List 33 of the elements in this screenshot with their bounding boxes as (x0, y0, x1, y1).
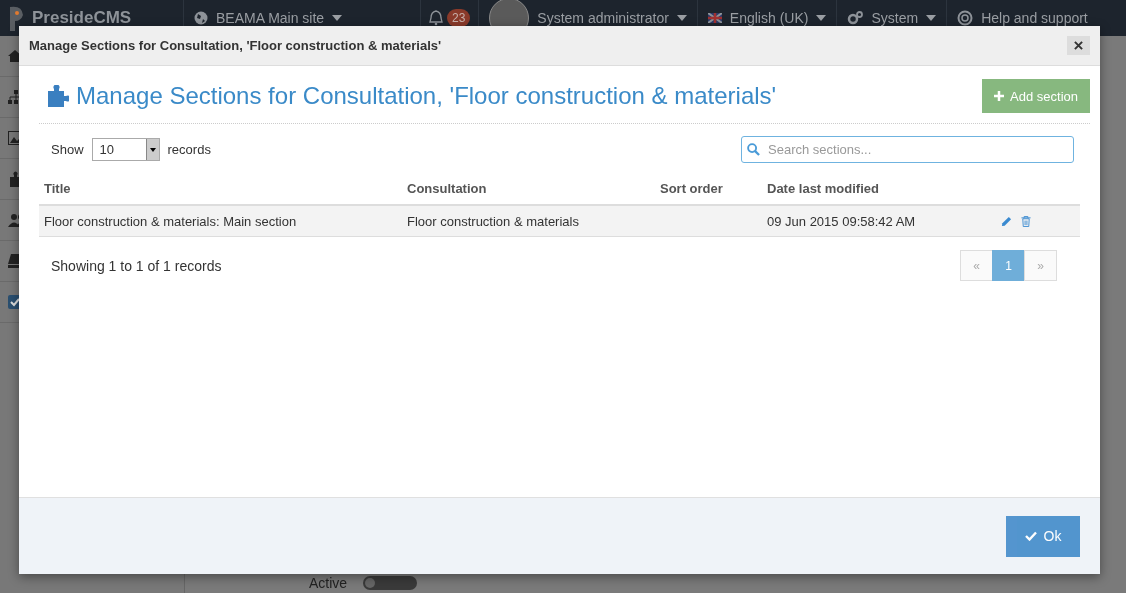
show-label: Show (51, 142, 84, 157)
trash-icon[interactable] (1021, 215, 1031, 227)
page-size-select[interactable]: 10 (91, 138, 160, 161)
lifebuoy-icon (957, 10, 974, 26)
logo-text: PresideCMS (32, 8, 132, 28)
modal-title: Manage Sections for Consultation, 'Floor construction & materials' (29, 38, 442, 53)
pencil-icon[interactable] (1001, 215, 1012, 227)
ok-button[interactable]: Ok (1006, 515, 1080, 557)
records-label: records (167, 142, 211, 157)
column-header[interactable]: Date last modified (762, 181, 985, 196)
close-button[interactable] (1067, 36, 1090, 55)
table-cell-text: Floor construction & materials (406, 213, 580, 229)
column-header[interactable]: Sort order (655, 181, 762, 196)
bell-icon[interactable] (429, 10, 443, 26)
column-header[interactable]: Consultation (402, 181, 655, 196)
close-icon (1074, 41, 1083, 50)
toggle-switch[interactable] (363, 576, 418, 590)
table-cell-text: Floor construction & materials: Main section (43, 213, 298, 229)
field-label: Active (309, 575, 348, 591)
help-link[interactable]: Help and support (947, 0, 1098, 36)
puzzle-icon (47, 85, 69, 107)
gears-icon (847, 11, 864, 25)
column-header[interactable]: Title (39, 181, 402, 196)
checkmark-icon (1024, 531, 1037, 541)
notification-count: 23 (447, 9, 471, 27)
search-field[interactable]: Search sections... (741, 136, 1074, 163)
flag-icon (707, 13, 722, 23)
globe-icon (194, 11, 208, 25)
table-cell-text: 09 Jun 2015 09:58:42 AM (766, 213, 917, 229)
plus-icon (994, 91, 1005, 101)
page-heading: Manage Sections for Consultation, 'Floor construction & materials' (76, 82, 777, 110)
home-icon[interactable] (8, 50, 22, 62)
records-info: Showing 1 to 1 of 1 records (51, 257, 222, 274)
